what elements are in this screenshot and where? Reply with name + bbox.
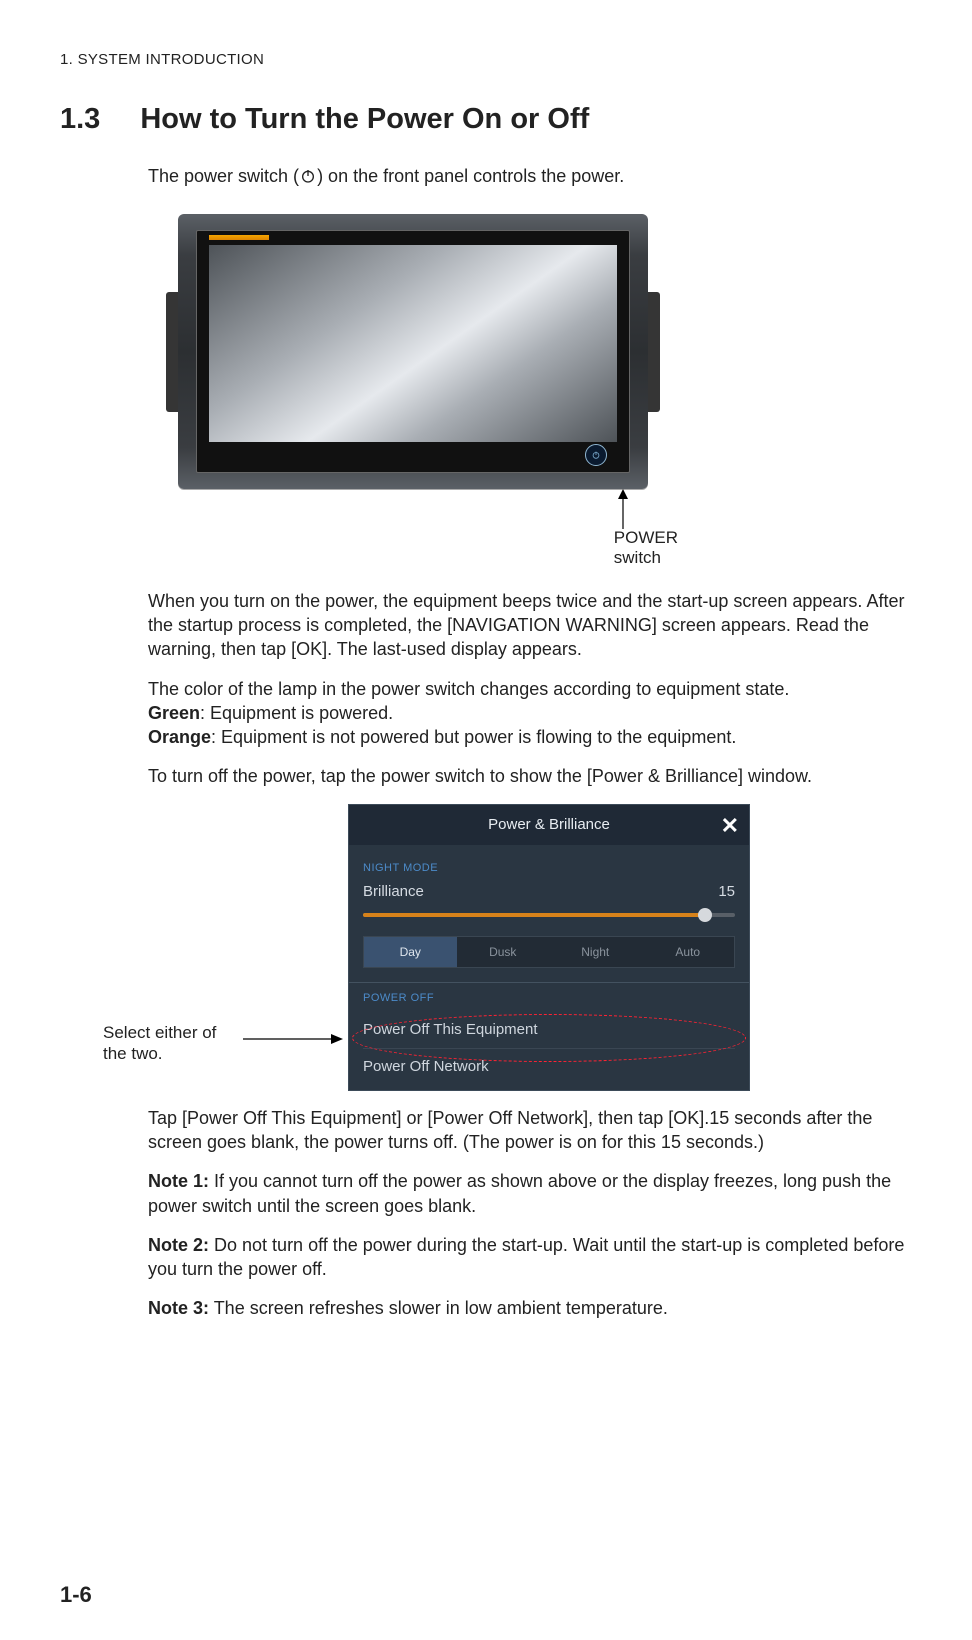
power-off-label: POWER OFF bbox=[363, 991, 735, 1006]
section-title: How to Turn the Power On or Off bbox=[140, 100, 589, 139]
brilliance-row: Brilliance 15 bbox=[363, 882, 735, 902]
device-screen bbox=[209, 245, 617, 442]
night-mode-label: NIGHT MODE bbox=[363, 861, 735, 876]
section-number: 1.3 bbox=[60, 100, 100, 139]
turn-off-paragraph: To turn off the power, tap the power swi… bbox=[148, 764, 912, 788]
power-brilliance-window: Power & Brilliance ✕ NIGHT MODE Brillian… bbox=[348, 804, 750, 1091]
note1-label: Note 1: bbox=[148, 1171, 209, 1191]
caption-line1: POWER bbox=[614, 528, 678, 547]
segment-dusk[interactable]: Dusk bbox=[457, 937, 550, 967]
device-illustration: POWER switch bbox=[178, 214, 658, 489]
brilliance-slider[interactable] bbox=[363, 908, 735, 922]
power-off-equipment-item[interactable]: Power Off This Equipment bbox=[363, 1012, 735, 1048]
section-heading: 1.3 How to Turn the Power On or Off bbox=[60, 100, 912, 139]
arrow-right-icon bbox=[243, 1028, 343, 1052]
note3-text: The screen refreshes slower in low ambie… bbox=[209, 1298, 668, 1318]
device-power-button bbox=[585, 444, 607, 466]
popup-title: Power & Brilliance bbox=[488, 816, 610, 833]
close-icon[interactable]: ✕ bbox=[721, 811, 739, 841]
note2-text: Do not turn off the power during the sta… bbox=[148, 1235, 904, 1279]
note-1: Note 1: If you cannot turn off the power… bbox=[148, 1169, 912, 1218]
after-popup-paragraph: Tap [Power Off This Equipment] or [Power… bbox=[148, 1106, 912, 1155]
note1-text: If you cannot turn off the power as show… bbox=[148, 1171, 891, 1215]
power-switch-caption: POWER switch bbox=[614, 528, 678, 569]
callout-line1: Select either of bbox=[103, 1023, 216, 1042]
intro-text-before: The power switch ( bbox=[148, 166, 299, 186]
power-icon bbox=[299, 167, 317, 185]
startup-paragraph: When you turn on the power, the equipmen… bbox=[148, 589, 912, 662]
lamp-green-label: Green bbox=[148, 703, 200, 723]
segment-day[interactable]: Day bbox=[364, 937, 457, 967]
intro-text-after: ) on the front panel controls the power. bbox=[317, 166, 624, 186]
callout-text: Select either of the two. bbox=[103, 1022, 216, 1065]
brilliance-label: Brilliance bbox=[363, 882, 424, 902]
power-off-network-item[interactable]: Power Off Network bbox=[363, 1048, 735, 1085]
segment-night[interactable]: Night bbox=[549, 937, 642, 967]
lamp-orange-label: Orange bbox=[148, 727, 211, 747]
chapter-header: 1. SYSTEM INTRODUCTION bbox=[60, 50, 912, 70]
note-2: Note 2: Do not turn off the power during… bbox=[148, 1233, 912, 1282]
page-number: 1-6 bbox=[60, 1580, 92, 1610]
intro-paragraph: The power switch ( ) on the front panel … bbox=[148, 164, 912, 188]
note-3: Note 3: The screen refreshes slower in l… bbox=[148, 1296, 912, 1320]
lamp-intro: The color of the lamp in the power switc… bbox=[148, 679, 789, 699]
lamp-green-text: : Equipment is powered. bbox=[200, 703, 393, 723]
popup-titlebar: Power & Brilliance ✕ bbox=[349, 805, 749, 845]
brilliance-value: 15 bbox=[718, 882, 735, 902]
note3-label: Note 3: bbox=[148, 1298, 209, 1318]
lamp-orange-text: : Equipment is not powered but power is … bbox=[211, 727, 736, 747]
caption-line2: switch bbox=[614, 548, 661, 567]
device-frame bbox=[178, 214, 648, 489]
device-bezel bbox=[196, 230, 630, 473]
arrow-up-icon bbox=[616, 489, 630, 529]
note2-label: Note 2: bbox=[148, 1235, 209, 1255]
power-brilliance-illustration: Power & Brilliance ✕ NIGHT MODE Brillian… bbox=[348, 804, 758, 1091]
device-brand-strip bbox=[209, 235, 269, 240]
mode-segmented-control[interactable]: Day Dusk Night Auto bbox=[363, 936, 735, 968]
segment-auto[interactable]: Auto bbox=[642, 937, 735, 967]
lamp-paragraph: The color of the lamp in the power switc… bbox=[148, 677, 912, 750]
callout-line2: the two. bbox=[103, 1044, 163, 1063]
